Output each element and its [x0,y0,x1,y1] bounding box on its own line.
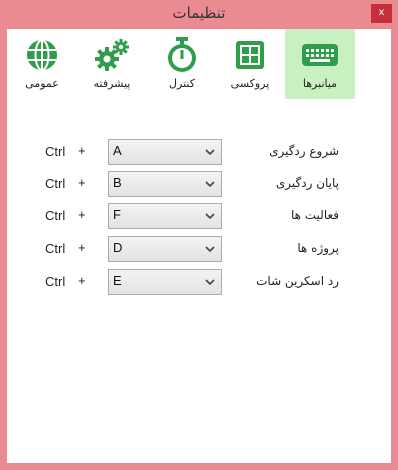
modifier-label: Ctrl [45,176,66,191]
shortcut-label: شروع ردگیری [269,144,339,158]
tab-label: پیشرفته [93,77,131,90]
shortcut-label: رد اسکرین شات [256,274,339,288]
keyboard-icon [300,37,340,73]
chevron-down-icon [205,246,215,253]
stopwatch-icon [162,37,202,73]
key-select-value: E [113,273,122,288]
key-select[interactable]: A [108,139,222,165]
key-select[interactable]: D [108,236,222,262]
shortcut-row-projects: Ctrl + D پروژه ها [7,236,391,262]
chevron-down-icon [205,149,215,156]
tab-shortcuts[interactable]: میانبرها [285,29,355,99]
plus-sign: + [78,175,86,190]
modifier-label: Ctrl [45,208,66,223]
plus-sign: + [78,143,86,158]
key-select[interactable]: B [108,171,222,197]
key-select-value: B [113,175,122,190]
shortcut-label: پروژه ها [297,241,339,255]
shortcut-row-stop-tracking: Ctrl + B پایان ردگیری [7,171,391,197]
proxy-grid-icon [230,37,270,73]
shortcut-label: فعالیت ها [290,208,339,222]
tab-label: پروکسی [230,77,270,90]
settings-window: میانبرها پروکسی کنترل پیشرفته عمومی Ctrl… [7,29,391,463]
tab-control[interactable]: کنترل [147,29,217,99]
modifier-label: Ctrl [45,144,66,159]
key-select[interactable]: E [108,269,222,295]
plus-sign: + [78,240,86,255]
window-title: تنظیمات [172,4,226,22]
tab-label: میانبرها [302,77,338,90]
tab-advanced[interactable]: پیشرفته [77,29,147,99]
close-button[interactable]: x [371,4,392,23]
plus-sign: + [78,207,86,222]
key-select-value: F [113,207,121,222]
shortcut-label: پایان ردگیری [275,176,339,190]
modifier-label: Ctrl [45,241,66,256]
globe-icon [22,37,62,73]
gears-icon [92,37,132,73]
chevron-down-icon [205,279,215,286]
tab-label: عمومی [25,77,59,90]
shortcut-row-start-tracking: Ctrl + A شروع ردگیری [7,139,391,165]
shortcut-row-activities: Ctrl + F فعالیت ها [7,203,391,229]
tab-label: کنترل [169,77,195,90]
chevron-down-icon [205,181,215,188]
tab-proxy[interactable]: پروکسی [215,29,285,99]
title-bar[interactable]: تنظیمات x [0,0,398,29]
chevron-down-icon [205,213,215,220]
key-select-value: D [113,240,123,255]
modifier-label: Ctrl [45,274,66,289]
settings-toolbar: میانبرها پروکسی کنترل پیشرفته عمومی [7,29,391,99]
shortcut-row-reject-screenshot: Ctrl + E رد اسکرین شات [7,269,391,295]
plus-sign: + [78,273,86,288]
tab-general[interactable]: عمومی [7,29,77,99]
key-select[interactable]: F [108,203,222,229]
key-select-value: A [113,143,122,158]
